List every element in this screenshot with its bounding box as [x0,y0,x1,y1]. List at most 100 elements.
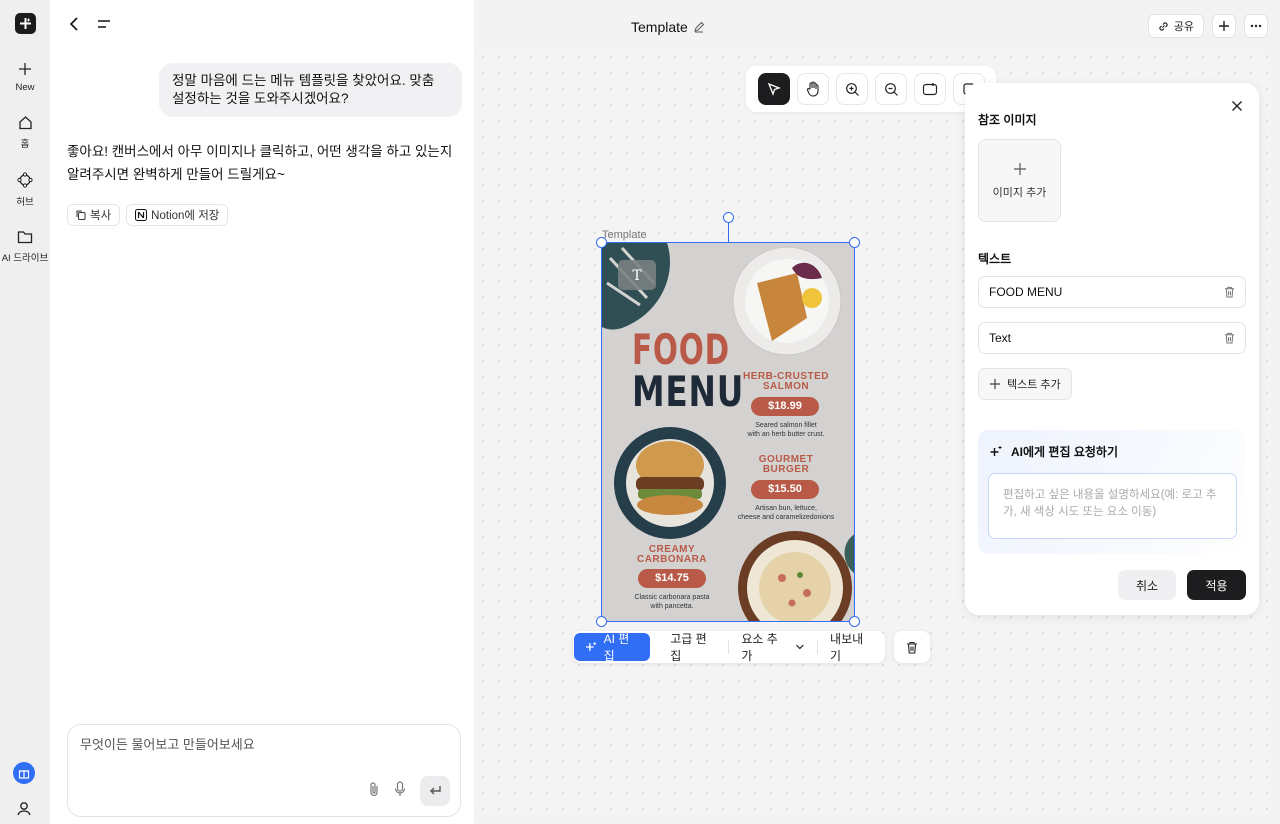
message-actions: 복사 Notion에 저장 [67,204,229,226]
selection-actionbar: AI 편집 고급 편집 요소 추가 내보내기 [573,631,885,663]
mic-button[interactable] [394,780,406,802]
poster-item1-name: HERB-CRUSTED SALMON [743,371,829,392]
rail-item-ai-drive[interactable]: AI 드라이브 [1,230,49,264]
notion-save-button[interactable]: Notion에 저장 [126,204,229,226]
zoom-out-icon [884,82,898,96]
cancel-button[interactable]: 취소 [1118,570,1176,600]
composer-tools [368,776,450,806]
trash-icon[interactable] [1224,332,1235,344]
user-icon [17,802,31,816]
ai-edit-label: AI 편집 [603,632,630,663]
more-icon [1250,24,1262,28]
share-button[interactable]: 공유 [1147,14,1204,38]
user-message: 정말 마음에 드는 메뉴 템플릿을 찾았어요. 맞춤 설정하는 것을 도와주시겠… [159,63,462,117]
hand-tool[interactable] [797,73,829,105]
text-heading: 텍스트 [978,252,1012,266]
ai-edit-button[interactable]: AI 편집 [574,632,651,663]
pencil-icon [694,21,705,33]
ai-request-input[interactable] [988,473,1237,539]
apply-button[interactable]: 적용 [1187,570,1246,600]
export-button[interactable]: 내보내기 [818,630,885,664]
document-title[interactable]: Template [631,19,705,35]
poster-item1-desc: Seared salmon fillet with an herb butter… [747,422,825,438]
export-label: 내보내기 [830,632,864,663]
send-button[interactable] [420,776,450,806]
back-button[interactable] [68,16,82,37]
text-field-value: Text [989,331,1012,345]
add-image-button[interactable]: 이미지 추가 [978,139,1061,222]
ref-image-heading: 참조 이미지 [978,113,1037,127]
select-tool[interactable] [758,73,790,105]
menu-icon [98,20,110,28]
resize-handle-top-right[interactable] [849,237,860,248]
resize-handle-bottom-right[interactable] [849,616,860,627]
plus-icon [1219,21,1229,31]
frame-tool[interactable] [914,73,946,105]
left-rail: New 홈 허브 AI 드라이브 [0,0,50,824]
poster-item1-price: $18.99 [768,400,802,412]
attach-button[interactable] [368,781,380,802]
poster-item2-desc: Artisan bun, lettuce, cheese and caramel… [737,505,835,521]
ai-request-label: AI에게 편집 요청하기 [1011,445,1118,459]
poster-item2-name: GOURMET BURGER [758,454,814,475]
chat-input[interactable] [80,737,440,752]
copy-button[interactable]: 복사 [67,204,121,226]
more-button[interactable] [1244,14,1268,38]
sparkle-icon [990,446,1002,456]
add-text-label: 텍스트 추가 [1007,379,1061,391]
assistant-message: 좋아요! 캔버스에서 아무 이미지나 클릭하고, 어떤 생각을 하고 있는지 알… [67,144,453,182]
ai-request-box: AI에게 편집 요청하기 [978,430,1246,554]
folder-icon [17,231,33,244]
menu-button[interactable] [96,16,112,37]
notion-icon [135,209,148,221]
text-field-row[interactable]: FOOD MENU [978,276,1246,308]
rail-item-label: AI 드라이브 [1,253,49,264]
share-label: 공유 [1173,21,1194,33]
trash-icon[interactable] [1224,286,1235,298]
app-logo-icon[interactable] [14,13,36,34]
paperclip-icon [370,781,378,796]
resize-handle-top-left[interactable] [596,237,607,248]
poster-title-menu: MENU [632,367,745,416]
chat-panel: 정말 마음에 드는 메뉴 템플릿을 찾았어요. 맞춤 설정하는 것을 도와주시겠… [50,0,474,824]
svg-text:T: T [632,268,642,284]
copy-label: 복사 [90,210,112,222]
chat-composer [67,724,461,817]
gift-button[interactable] [13,762,35,784]
rail-item-label: 허브 [16,197,34,208]
close-icon [1232,101,1242,111]
rail-item-hub[interactable]: 허브 [16,172,34,208]
header-actions: 공유 [1147,14,1268,38]
add-element-label: 요소 추가 [741,632,778,663]
poster-item3-name: CREAMY CARBONARA [636,544,708,565]
plus-icon [18,63,31,75]
cursor-icon [767,82,781,96]
zoom-out-tool[interactable] [875,73,907,105]
canvas-toolbar [746,66,996,112]
rail-item-label: New [15,82,35,93]
zoom-in-tool[interactable] [836,73,868,105]
microphone-icon [394,780,406,796]
rotate-handle[interactable] [723,212,734,223]
add-text-button[interactable]: 텍스트 추가 [978,368,1072,400]
add-button[interactable] [1212,14,1236,38]
close-button[interactable] [1231,99,1243,117]
profile-button[interactable] [16,800,32,821]
delete-button[interactable] [894,631,930,663]
text-field-value: FOOD MENU [989,285,1063,299]
add-element-dropdown[interactable]: 요소 추가 [729,630,817,664]
edit-panel: 참조 이미지 이미지 추가 텍스트 FOOD MENU Text 텍스트 추가 … [965,83,1259,615]
text-field-row[interactable]: Text [978,322,1246,354]
advanced-edit-button[interactable]: 고급 편집 [650,630,728,664]
document-title-text: Template [631,19,688,35]
template-label: Template [602,229,647,241]
resize-handle-bottom-left[interactable] [596,616,607,627]
poster-item2-price: $15.50 [768,483,802,495]
ai-request-heading: AI에게 편집 요청하기 [989,443,1118,460]
rail-item-new[interactable]: New [15,62,35,93]
food-menu-template[interactable]: T FOOD MENU HERB-CRUSTED SALMON $18.99 S… [601,242,855,622]
link-icon [1159,21,1168,31]
poster-item3-price: $14.75 [655,572,689,584]
notion-label: Notion에 저장 [151,210,220,222]
rail-item-home[interactable]: 홈 [18,115,33,150]
